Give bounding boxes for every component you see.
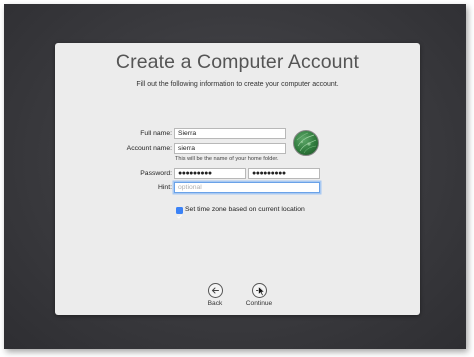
mouse-pointer-icon [258,286,266,297]
hint-label: Hint: [158,184,172,191]
timezone-checkbox[interactable] [176,207,183,219]
back-label[interactable]: Back [195,300,235,307]
page-subtitle: Fill out the following information to cr… [136,81,339,88]
password-label: Password: [140,170,172,177]
account-name-label: Account name: [126,145,172,152]
checkmark-icon [177,214,182,219]
full-name-field[interactable]: Sierra [174,128,286,139]
hint-placeholder: optional [178,184,202,191]
setup-panel: Create a Computer Account Fill out the f… [55,43,420,315]
password-field[interactable]: ●●●●●●●●● [174,168,246,179]
back-button[interactable] [208,283,223,298]
user-picture-icon[interactable] [293,130,319,156]
verify-password-field[interactable]: ●●●●●●●●● [248,168,320,179]
leaf-pattern [296,132,317,154]
page-title: Create a Computer Account [115,51,360,73]
hint-field[interactable]: optional [174,182,320,193]
account-name-field[interactable]: sierra [174,143,286,154]
full-name-label: Full name: [140,130,172,137]
continue-label[interactable]: Continue [239,300,279,307]
arrow-left-icon [211,287,219,294]
timezone-checkbox-label[interactable]: Set time zone based on current location [185,206,305,213]
desktop-background: Create a Computer Account Fill out the f… [4,4,466,349]
account-name-hint: This will be the name of your home folde… [175,156,279,162]
